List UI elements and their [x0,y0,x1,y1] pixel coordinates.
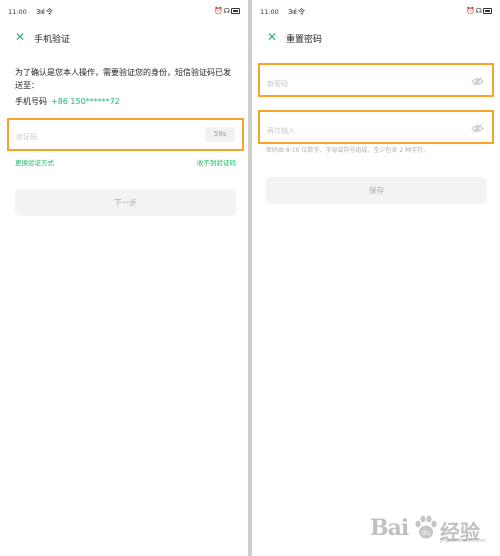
status-right-icons: ⏰☊ [466,7,492,15]
battery-icon [483,8,492,14]
change-method-link[interactable]: 更换验证方式 [15,157,54,167]
headset-icon: ☊ [223,7,231,15]
signal-wifi-icon: 3ııl 令 [288,8,305,16]
screenshot-composite: 11:00 3ııl 令 ⏰☊ ✕ 手机验证 为了确认是您本人操作，需要验证您的… [0,0,500,556]
confirm-password-field[interactable]: 再次输入 [258,110,494,144]
confirm-password-placeholder: 再次输入 [267,127,295,135]
next-button[interactable]: 下一步 [15,189,236,216]
alarm-icon: ⏰ [466,7,476,15]
status-bar: 11:00 3ııl 令 ⏰☊ [260,7,492,19]
reset-password-screen: 11:00 3ııl 令 ⏰☊ ✕ 重置密码 新密码 再次输入 密码由 8-16… [251,0,500,556]
page-title: 手机验证 [34,35,71,45]
no-code-link[interactable]: 收不到验证码 [197,157,236,167]
status-time: 11:00 [260,8,279,16]
watermark-brand: Bai [370,515,409,541]
alarm-icon: ⏰ [214,7,224,15]
status-right-icons: ⏰☊ [214,7,240,15]
password-hint: 密码由 8-16 位数字、字母或符号组成，至少包含 2 种字符。 [266,147,430,154]
paw-logo-icon: du [415,515,437,539]
verification-description: 为了确认是您本人操作，需要验证您的身份，短信验证码已发送至： [15,68,231,90]
phone-verification-screen: 11:00 3ııl 令 ⏰☊ ✕ 手机验证 为了确认是您本人操作，需要验证您的… [0,0,249,556]
svg-text:du: du [422,529,431,537]
phone-label: 手机号码 [15,97,47,106]
new-password-placeholder: 新密码 [267,80,288,88]
status-time: 11:00 [8,8,27,16]
watermark-url: jingyan.baidu.com [440,538,487,544]
new-password-field[interactable]: 新密码 [258,63,494,97]
eye-off-icon[interactable] [471,124,484,133]
eye-off-icon[interactable] [471,77,484,86]
resend-countdown-button[interactable]: 59s [205,127,235,142]
close-icon[interactable]: ✕ [15,30,25,44]
baidu-jingyan-watermark: Bai du 经验 jingyan.baidu.com [370,510,488,546]
verification-code-field[interactable]: 验证码 59s [7,118,244,151]
phone-number: +86 150******72 [51,97,120,106]
code-placeholder: 验证码 [16,133,37,141]
signal-wifi-icon: 3ııl 令 [36,8,53,16]
status-bar: 11:00 3ııl 令 ⏰☊ [8,7,240,19]
page-title: 重置密码 [286,35,323,45]
phone-row: 手机号码 +86 150******72 [15,96,120,107]
battery-icon [231,8,240,14]
close-icon[interactable]: ✕ [267,30,277,44]
headset-icon: ☊ [475,7,483,15]
save-button[interactable]: 保存 [266,177,487,204]
